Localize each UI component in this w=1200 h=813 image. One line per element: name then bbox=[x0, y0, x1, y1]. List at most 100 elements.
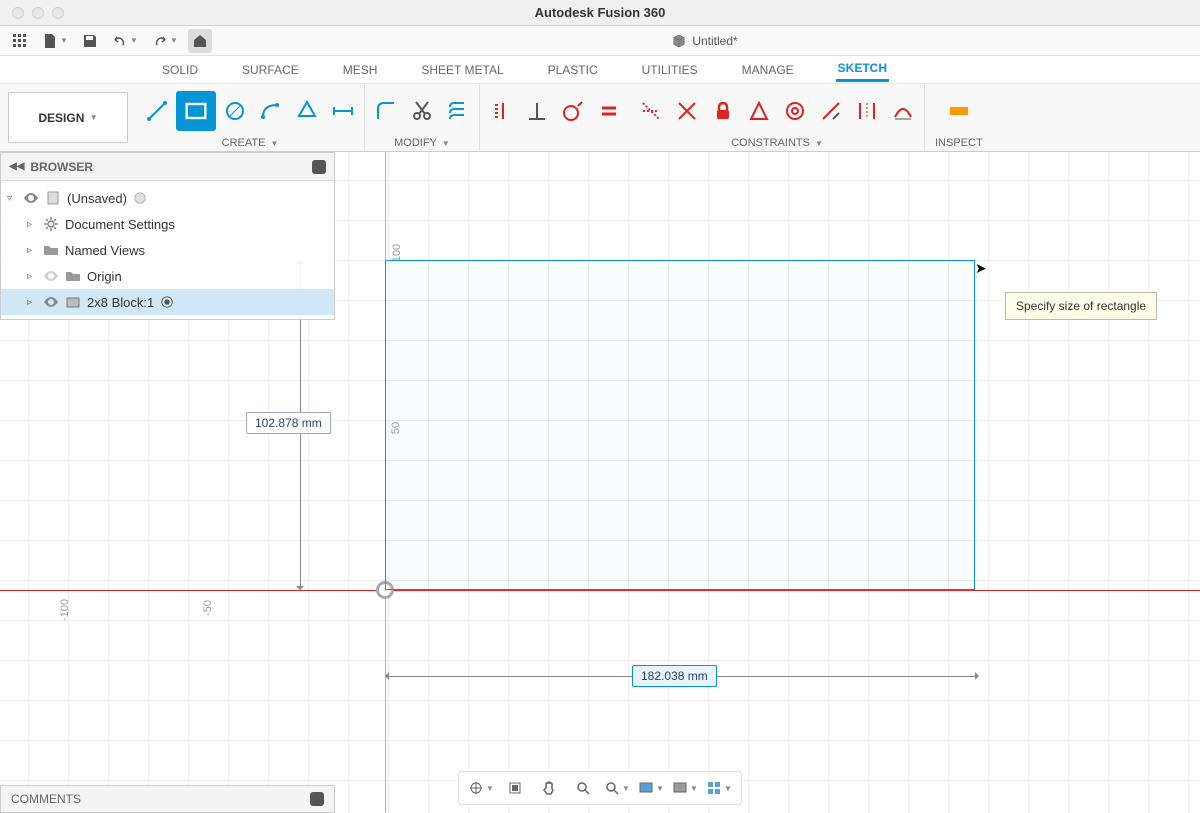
rectangle-tool-icon[interactable] bbox=[176, 91, 216, 131]
polygon-tool-icon[interactable] bbox=[290, 91, 324, 131]
zoom-icon[interactable] bbox=[569, 776, 597, 800]
width-dimension-input[interactable]: 182.038 mm bbox=[632, 665, 717, 687]
orbit-icon[interactable]: ▼ bbox=[467, 776, 495, 800]
app-title: Autodesk Fusion 360 bbox=[535, 5, 666, 20]
hint-tooltip: Specify size of rectangle bbox=[1005, 292, 1157, 320]
triangle-constraint-icon[interactable] bbox=[742, 91, 776, 131]
redo-icon[interactable]: ▼ bbox=[148, 29, 182, 53]
modify-group-label[interactable]: MODIFY▼ bbox=[394, 137, 450, 151]
document-title: Untitled* bbox=[692, 34, 737, 48]
maximize-dot[interactable] bbox=[52, 7, 64, 19]
tree-item-block[interactable]: ▹ 2x8 Block:1 bbox=[1, 289, 334, 315]
visibility-icon[interactable] bbox=[43, 294, 59, 310]
dimension-tool-icon[interactable] bbox=[326, 91, 360, 131]
sphere-icon bbox=[133, 191, 147, 205]
coincident-constraint-icon[interactable] bbox=[670, 91, 704, 131]
tab-mesh[interactable]: MESH bbox=[341, 59, 380, 81]
viewport-settings-icon[interactable]: ▼ bbox=[705, 776, 733, 800]
tangent-constraint-icon[interactable] bbox=[556, 91, 590, 131]
quick-access-bar: ▼ ▼ ▼ Untitled* bbox=[0, 26, 1200, 56]
tab-utilities[interactable]: UTILITIES bbox=[640, 59, 700, 81]
tree-label: Document Settings bbox=[65, 217, 175, 232]
file-new-icon[interactable]: ▼ bbox=[38, 29, 72, 53]
ribbon-group-constraints: CONSTRAINTS▼ bbox=[630, 84, 925, 151]
tab-sketch[interactable]: SKETCH bbox=[836, 57, 889, 82]
arrow-left-icon bbox=[381, 672, 389, 680]
zoom-window-icon[interactable]: ▼ bbox=[603, 776, 631, 800]
cursor-icon: ➤ bbox=[975, 260, 987, 277]
save-icon[interactable] bbox=[78, 29, 102, 53]
constraints-group-label[interactable]: CONSTRAINTS▼ bbox=[731, 137, 823, 151]
gear-icon bbox=[43, 216, 59, 232]
document-tab[interactable]: Untitled* bbox=[672, 34, 737, 48]
collinear-constraint-icon[interactable] bbox=[814, 91, 848, 131]
arrow-right-icon bbox=[975, 672, 983, 680]
tab-sheet-metal[interactable]: SHEET METAL bbox=[419, 59, 505, 81]
display-settings-icon[interactable]: ▼ bbox=[637, 776, 665, 800]
close-dot[interactable] bbox=[12, 7, 24, 19]
radio-icon[interactable] bbox=[160, 295, 174, 309]
concentric-constraint-icon[interactable] bbox=[778, 91, 812, 131]
browser-header[interactable]: ◀◀ BROWSER bbox=[1, 153, 334, 181]
tree-root[interactable]: ▿ (Unsaved) bbox=[1, 185, 334, 211]
symmetry-constraint-icon[interactable] bbox=[850, 91, 884, 131]
trim-tool-icon[interactable] bbox=[405, 91, 439, 131]
workspace-picker[interactable]: DESIGN ▼ bbox=[8, 92, 128, 143]
inspect-group-label[interactable]: INSPECT bbox=[935, 137, 983, 151]
home-icon[interactable] bbox=[188, 29, 212, 53]
comments-panel[interactable]: COMMENTS bbox=[0, 785, 335, 813]
pan-icon[interactable] bbox=[535, 776, 563, 800]
arrow-down-icon bbox=[296, 586, 304, 594]
ribbon-tabs: SOLID SURFACE MESH SHEET METAL PLASTIC U… bbox=[0, 56, 1200, 84]
body-icon bbox=[65, 294, 81, 310]
tree-item-document-settings[interactable]: ▹ Document Settings bbox=[1, 211, 334, 237]
ribbon-group-modify: MODIFY▼ bbox=[365, 84, 480, 151]
equal-constraint-icon[interactable] bbox=[592, 91, 626, 131]
circle-tool-icon[interactable] bbox=[218, 91, 252, 131]
visibility-off-icon[interactable] bbox=[43, 268, 59, 284]
folder-icon bbox=[65, 268, 81, 284]
fillet-tool-icon[interactable] bbox=[369, 91, 403, 131]
perpendicular-icon[interactable] bbox=[520, 91, 554, 131]
curvature-constraint-icon[interactable] bbox=[886, 91, 920, 131]
ribbon-group-create: CREATE▼ bbox=[136, 84, 365, 151]
ribbon-group-inspect: INSPECT bbox=[925, 84, 987, 151]
x-axis-line bbox=[0, 590, 1200, 591]
horizontal-constraint-icon[interactable] bbox=[634, 91, 668, 131]
line-tool-icon[interactable] bbox=[140, 91, 174, 131]
axis-tick-x-n100: -100 bbox=[59, 599, 71, 621]
grid-settings-icon[interactable]: ▼ bbox=[671, 776, 699, 800]
arc-tool-icon[interactable] bbox=[254, 91, 288, 131]
sketch-rectangle[interactable] bbox=[385, 260, 975, 590]
folder-icon bbox=[43, 242, 59, 258]
offset-tool-icon[interactable] bbox=[441, 91, 475, 131]
minimize-dot[interactable] bbox=[32, 7, 44, 19]
cube-icon bbox=[672, 34, 686, 48]
collapse-icon[interactable] bbox=[310, 792, 324, 806]
construction-tool-icon[interactable] bbox=[484, 91, 518, 131]
ribbon-group-misc bbox=[480, 84, 630, 151]
tree-label: 2x8 Block:1 bbox=[87, 295, 154, 310]
collapse-icon[interactable] bbox=[312, 160, 326, 174]
create-group-label[interactable]: CREATE▼ bbox=[222, 137, 279, 151]
tree-item-named-views[interactable]: ▹ Named Views bbox=[1, 237, 334, 263]
fix-constraint-icon[interactable] bbox=[706, 91, 740, 131]
undo-icon[interactable]: ▼ bbox=[108, 29, 142, 53]
tab-surface[interactable]: SURFACE bbox=[240, 59, 301, 81]
tree-root-label: (Unsaved) bbox=[67, 191, 127, 206]
window-titlebar: Autodesk Fusion 360 bbox=[0, 0, 1200, 26]
tab-manage[interactable]: MANAGE bbox=[740, 59, 796, 81]
visibility-icon[interactable] bbox=[23, 190, 39, 206]
tab-plastic[interactable]: PLASTIC bbox=[546, 59, 600, 81]
tree-item-origin[interactable]: ▹ Origin bbox=[1, 263, 334, 289]
tree-label: Named Views bbox=[65, 243, 145, 258]
inspect-tool-icon[interactable] bbox=[942, 91, 976, 131]
look-at-icon[interactable] bbox=[501, 776, 529, 800]
component-icon bbox=[45, 190, 61, 206]
axis-tick-x-n50: -50 bbox=[202, 600, 214, 616]
workspace-label: DESIGN bbox=[38, 111, 84, 125]
app-grid-icon[interactable] bbox=[8, 29, 32, 53]
browser-title: BROWSER bbox=[30, 160, 93, 174]
height-dimension-input[interactable]: 102.878 mm bbox=[246, 412, 331, 434]
tab-solid[interactable]: SOLID bbox=[160, 59, 200, 81]
